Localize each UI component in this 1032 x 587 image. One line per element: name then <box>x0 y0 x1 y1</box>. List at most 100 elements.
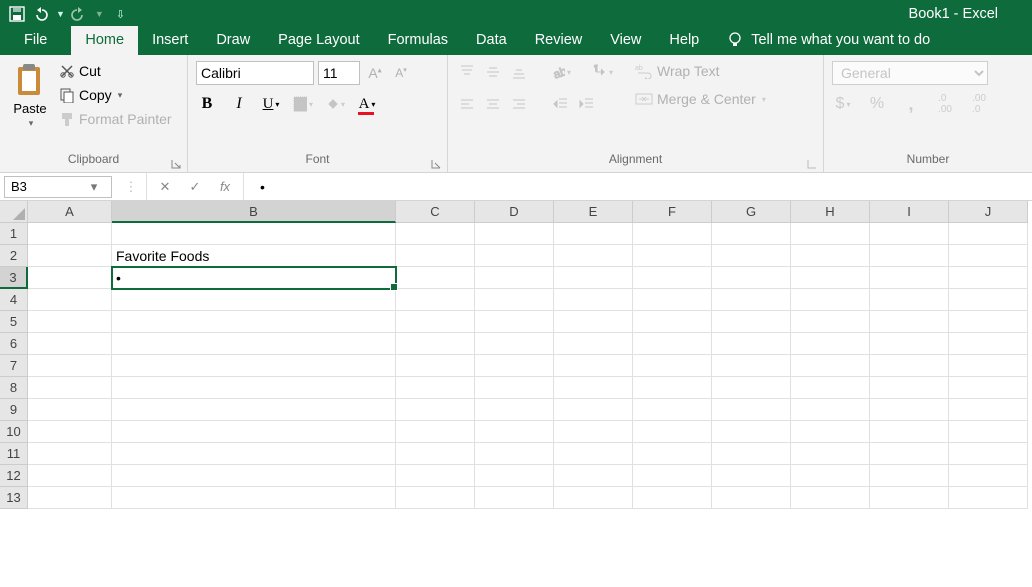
cell[interactable] <box>633 289 712 311</box>
cell[interactable] <box>712 289 791 311</box>
cell[interactable] <box>475 333 554 355</box>
cell[interactable] <box>112 333 396 355</box>
cell[interactable] <box>396 245 475 267</box>
tell-me[interactable]: Tell me what you want to do <box>713 32 944 55</box>
dialog-launcher-icon[interactable] <box>431 159 441 169</box>
tab-insert[interactable]: Insert <box>138 26 202 55</box>
cell[interactable] <box>396 377 475 399</box>
cell[interactable] <box>112 355 396 377</box>
cell[interactable] <box>112 399 396 421</box>
redo-icon[interactable] <box>71 5 89 23</box>
cell[interactable] <box>28 487 112 509</box>
cell[interactable] <box>949 421 1028 443</box>
align-center-icon[interactable] <box>482 93 504 115</box>
bold-button[interactable]: B <box>196 93 218 115</box>
wrap-text-button[interactable]: ab Wrap Text <box>632 61 769 81</box>
cell[interactable] <box>475 355 554 377</box>
cell[interactable] <box>712 465 791 487</box>
caret-down-icon[interactable]: ▼ <box>56 9 65 19</box>
row-header[interactable]: 12 <box>0 465 28 487</box>
cell[interactable] <box>712 377 791 399</box>
copy-button[interactable]: Copy ▾ <box>56 85 175 105</box>
cell[interactable] <box>28 267 112 289</box>
tab-help[interactable]: Help <box>655 26 713 55</box>
merge-center-button[interactable]: Merge & Center ▾ <box>632 89 769 109</box>
cell[interactable] <box>28 465 112 487</box>
cell[interactable] <box>791 421 870 443</box>
number-format-combo[interactable]: General <box>832 61 988 85</box>
cell[interactable] <box>28 421 112 443</box>
cell[interactable] <box>396 399 475 421</box>
cell[interactable] <box>870 465 949 487</box>
cell[interactable] <box>791 355 870 377</box>
cell[interactable] <box>791 289 870 311</box>
cell[interactable] <box>396 267 475 289</box>
cell[interactable] <box>554 421 633 443</box>
name-box-input[interactable] <box>5 179 85 194</box>
cell[interactable] <box>633 487 712 509</box>
caret-down-icon[interactable]: ▾ <box>85 179 103 195</box>
cell[interactable] <box>633 465 712 487</box>
cell[interactable] <box>396 289 475 311</box>
percent-format-icon[interactable]: % <box>866 93 888 115</box>
row-header[interactable]: 6 <box>0 333 28 355</box>
column-header[interactable]: E <box>554 201 633 223</box>
cell[interactable] <box>633 421 712 443</box>
accounting-format-icon[interactable]: $▾ <box>832 93 854 115</box>
row-header[interactable]: 13 <box>0 487 28 509</box>
cell[interactable] <box>870 421 949 443</box>
cell[interactable] <box>396 355 475 377</box>
cell[interactable] <box>554 267 633 289</box>
cell[interactable] <box>949 443 1028 465</box>
cell[interactable] <box>396 223 475 245</box>
comma-format-icon[interactable]: , <box>900 93 922 115</box>
cell[interactable] <box>870 355 949 377</box>
cell[interactable] <box>554 245 633 267</box>
cell[interactable] <box>475 465 554 487</box>
ltr-icon[interactable]: ¶▾ <box>592 61 614 83</box>
cell[interactable] <box>112 311 396 333</box>
column-header[interactable]: B <box>112 201 396 223</box>
cell[interactable] <box>870 399 949 421</box>
cell[interactable] <box>112 377 396 399</box>
cell[interactable] <box>949 267 1028 289</box>
select-all-corner[interactable] <box>0 201 28 223</box>
cell[interactable] <box>791 333 870 355</box>
font-size-combo[interactable] <box>318 61 360 85</box>
cell[interactable] <box>112 289 396 311</box>
underline-button[interactable]: U▾ <box>260 93 282 115</box>
tab-data[interactable]: Data <box>462 26 521 55</box>
cell[interactable] <box>112 465 396 487</box>
cell[interactable] <box>949 399 1028 421</box>
cell[interactable] <box>112 421 396 443</box>
cell[interactable] <box>633 311 712 333</box>
cell[interactable] <box>475 223 554 245</box>
font-name-combo[interactable] <box>196 61 314 85</box>
cell[interactable] <box>712 267 791 289</box>
dialog-launcher-icon[interactable] <box>807 159 817 169</box>
cell[interactable] <box>554 443 633 465</box>
cell[interactable] <box>554 311 633 333</box>
spreadsheet-grid[interactable]: ABCDEFGHIJ12Favorite Foods3•456789101112… <box>0 201 1032 509</box>
cell[interactable] <box>554 333 633 355</box>
column-header[interactable]: D <box>475 201 554 223</box>
cell[interactable] <box>633 443 712 465</box>
cell[interactable] <box>949 289 1028 311</box>
cell[interactable] <box>554 355 633 377</box>
name-box[interactable]: ▾ <box>4 176 112 198</box>
cell[interactable] <box>554 487 633 509</box>
cell[interactable] <box>396 311 475 333</box>
cell[interactable] <box>396 487 475 509</box>
cell[interactable] <box>475 443 554 465</box>
tab-review[interactable]: Review <box>521 26 597 55</box>
caret-down-icon[interactable]: ▼ <box>95 9 104 19</box>
column-header[interactable]: G <box>712 201 791 223</box>
qat-customize-icon[interactable]: ⇩ <box>116 8 125 21</box>
tab-home[interactable]: Home <box>71 26 138 55</box>
cell[interactable] <box>791 487 870 509</box>
decrease-decimal-icon[interactable]: .00.0 <box>968 93 990 115</box>
cell[interactable] <box>28 245 112 267</box>
fx-icon[interactable]: fx <box>217 179 233 194</box>
cell[interactable] <box>949 465 1028 487</box>
cell[interactable] <box>475 267 554 289</box>
